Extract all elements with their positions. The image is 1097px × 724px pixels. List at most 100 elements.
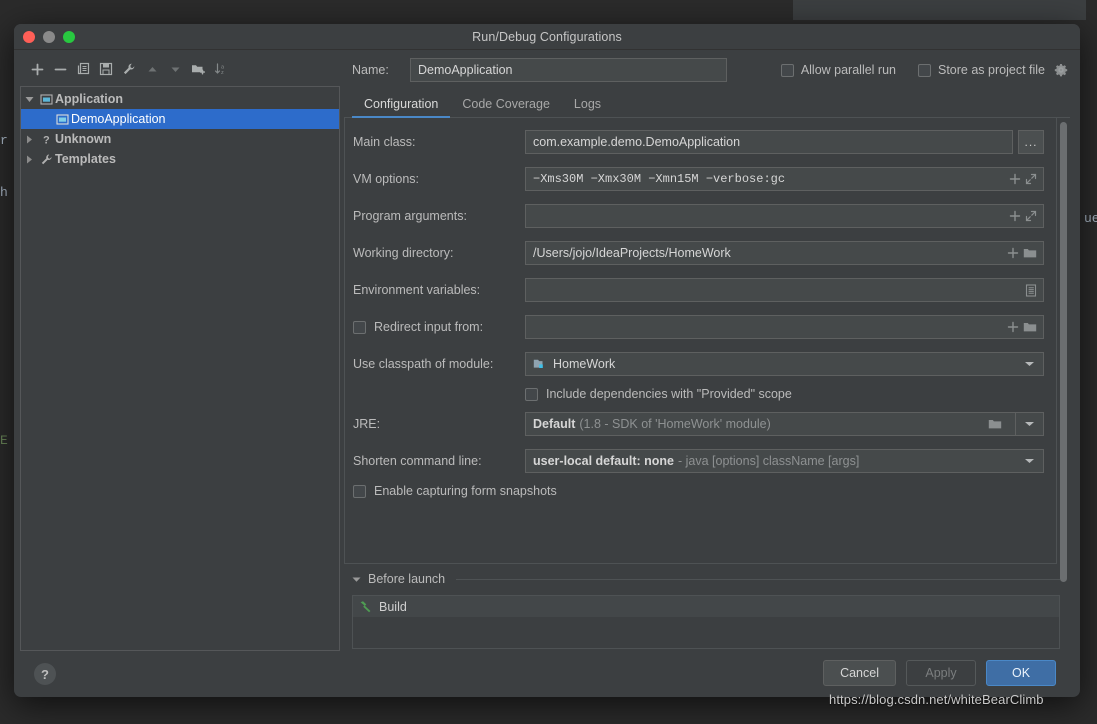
edit-variables-icon[interactable] xyxy=(1025,283,1037,297)
remove-configuration-button[interactable] xyxy=(49,58,71,80)
scrollbar-thumb[interactable] xyxy=(1060,122,1067,582)
tree-item-demoapplication[interactable]: DemoApplication xyxy=(21,109,339,129)
collapse-twisty-icon[interactable] xyxy=(21,135,37,144)
cancel-button[interactable]: Cancel xyxy=(823,660,896,686)
collapse-twisty-icon[interactable] xyxy=(21,155,37,164)
form-scrollbar[interactable] xyxy=(1057,118,1070,582)
new-folder-button[interactable] xyxy=(187,58,209,80)
vm-options-input[interactable]: −Xms30M −Xmx30M −Xmn15M −verbose:gc xyxy=(525,167,1044,191)
expand-twisty-icon[interactable] xyxy=(21,95,37,104)
environment-variables-input[interactable] xyxy=(525,278,1044,302)
shorten-command-line-row: Shorten command line: user-local default… xyxy=(353,449,1044,473)
background-code-fragment: E xyxy=(0,433,8,448)
browse-folder-icon[interactable] xyxy=(1023,247,1037,259)
enable-form-snapshots-checkbox[interactable]: Enable capturing form snapshots xyxy=(353,484,557,498)
ok-button[interactable]: OK xyxy=(986,660,1056,686)
before-launch-list[interactable]: Build xyxy=(352,595,1060,649)
module-icon xyxy=(533,358,547,371)
shorten-command-line-hint: - java [options] className [args] xyxy=(678,454,860,468)
dialog-title: Run/Debug Configurations xyxy=(472,29,622,44)
configuration-editor-panel: Name: DemoApplication Allow parallel run… xyxy=(344,50,1080,697)
minimize-button[interactable] xyxy=(43,31,55,43)
sort-alphabetically-button[interactable]: a z xyxy=(210,58,232,80)
checkbox-box[interactable] xyxy=(525,387,538,401)
shorten-command-line-combobox[interactable]: user-local default: none - java [options… xyxy=(525,449,1044,473)
tree-item-application[interactable]: Application xyxy=(21,89,339,109)
insert-macro-icon[interactable] xyxy=(1007,321,1019,333)
close-button[interactable] xyxy=(23,31,35,43)
name-input[interactable]: DemoApplication xyxy=(410,58,727,82)
jre-combobox[interactable]: Default (1.8 - SDK of 'HomeWork' module) xyxy=(525,412,1044,436)
tab-configuration[interactable]: Configuration xyxy=(352,91,451,118)
gear-icon[interactable] xyxy=(1054,63,1068,77)
program-arguments-input[interactable] xyxy=(525,204,1044,228)
main-class-input[interactable]: com.example.demo.DemoApplication xyxy=(525,130,1013,154)
window-controls xyxy=(23,31,75,43)
chevron-down-icon[interactable] xyxy=(1024,360,1043,368)
include-provided-scope-checkbox[interactable]: Include dependencies with "Provided" sco… xyxy=(525,387,792,401)
before-launch-title: Before launch xyxy=(368,572,446,586)
question-icon: ? xyxy=(37,133,55,146)
checkbox-box[interactable] xyxy=(918,63,931,77)
edit-templates-button[interactable] xyxy=(118,58,140,80)
checkbox-box[interactable] xyxy=(353,484,366,498)
save-configuration-button[interactable] xyxy=(95,58,117,80)
working-directory-input[interactable]: /Users/jojo/IdeaProjects/HomeWork xyxy=(525,241,1044,265)
svg-text:z: z xyxy=(221,70,224,76)
chevron-down-icon[interactable] xyxy=(1024,457,1043,465)
tab-code-coverage[interactable]: Code Coverage xyxy=(450,91,562,117)
before-launch-header[interactable]: Before launch xyxy=(352,568,1060,590)
background-code-fragment: ue xyxy=(1084,211,1097,226)
tree-item-label: Unknown xyxy=(55,132,112,146)
redirect-input-label: Redirect input from: xyxy=(374,320,484,334)
help-button[interactable]: ? xyxy=(34,663,56,685)
working-directory-row: Working directory: /Users/jojo/IdeaProje… xyxy=(353,241,1044,265)
move-up-button[interactable] xyxy=(141,58,163,80)
main-class-label: Main class: xyxy=(353,135,416,149)
program-arguments-row: Program arguments: xyxy=(353,204,1044,228)
allow-parallel-run-checkbox[interactable]: Allow parallel run xyxy=(780,63,896,77)
form-scroll-area: Main class: com.example.demo.DemoApplica… xyxy=(344,118,1070,582)
environment-variables-actions xyxy=(1025,283,1043,297)
store-as-project-file-checkbox[interactable]: Store as project file xyxy=(918,63,1068,77)
chevron-down-icon[interactable] xyxy=(1015,413,1043,435)
shorten-command-line-label: Shorten command line: xyxy=(353,454,482,468)
expand-twisty-icon[interactable] xyxy=(352,575,361,584)
insert-macro-icon[interactable] xyxy=(1009,210,1021,222)
checkbox-box[interactable] xyxy=(780,63,794,77)
jre-value: Default xyxy=(533,417,576,431)
checkbox-box[interactable] xyxy=(353,320,366,334)
main-class-browse-button[interactable]: ... xyxy=(1018,130,1044,154)
move-down-button[interactable] xyxy=(164,58,186,80)
redirect-input-field[interactable] xyxy=(525,315,1044,339)
add-configuration-button[interactable] xyxy=(26,58,48,80)
before-launch-item-build[interactable]: Build xyxy=(353,596,1059,617)
expand-editor-icon[interactable] xyxy=(1025,173,1037,185)
zoom-button[interactable] xyxy=(63,31,75,43)
tree-item-unknown[interactable]: ? Unknown xyxy=(21,129,339,149)
vm-options-row: VM options: −Xms30M −Xmx30M −Xmn15M −ver… xyxy=(353,167,1044,191)
environment-variables-row: Environment variables: xyxy=(353,278,1044,302)
classpath-module-value: HomeWork xyxy=(553,357,616,371)
save-icon xyxy=(99,62,113,76)
classpath-module-combobox[interactable]: HomeWork xyxy=(525,352,1044,376)
browse-folder-icon[interactable] xyxy=(1023,321,1037,333)
run-debug-configurations-dialog: Run/Debug Configurations a z Application… xyxy=(14,24,1080,697)
configurations-tree[interactable]: Application DemoApplication ? Unknown Te… xyxy=(20,86,340,651)
insert-macro-icon[interactable] xyxy=(1007,247,1019,259)
copy-configuration-button[interactable] xyxy=(72,58,94,80)
store-as-project-file-label: Store as project file xyxy=(938,63,1045,77)
jre-browse-icon[interactable] xyxy=(988,418,1009,430)
redirect-input-checkbox[interactable]: Redirect input from: xyxy=(353,320,525,334)
dialog-footer: Cancel Apply OK xyxy=(344,649,1070,697)
apply-button[interactable]: Apply xyxy=(906,660,976,686)
tab-logs[interactable]: Logs xyxy=(562,91,613,117)
program-arguments-actions xyxy=(1009,210,1043,222)
jre-value-hint: (1.8 - SDK of 'HomeWork' module) xyxy=(579,417,771,431)
vm-options-value: −Xms30M −Xmx30M −Xmn15M −verbose:gc xyxy=(533,172,786,186)
include-provided-scope-row: Include dependencies with "Provided" sco… xyxy=(353,387,1044,401)
jre-row: JRE: Default (1.8 - SDK of 'HomeWork' mo… xyxy=(353,412,1044,436)
tree-item-templates[interactable]: Templates xyxy=(21,149,339,169)
expand-editor-icon[interactable] xyxy=(1025,210,1037,222)
insert-macro-icon[interactable] xyxy=(1009,173,1021,185)
